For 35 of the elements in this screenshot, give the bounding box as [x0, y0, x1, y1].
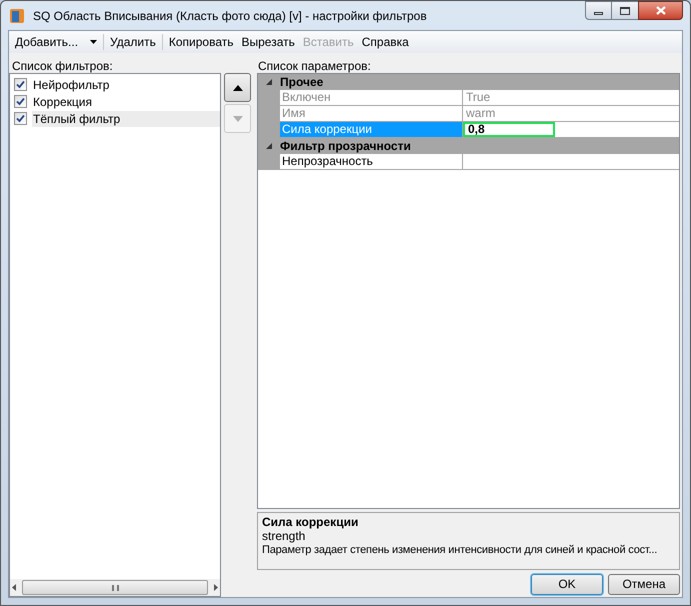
toolbar-button[interactable]: Вырезать	[238, 31, 299, 53]
app-icon	[9, 8, 25, 24]
checkbox[interactable]	[14, 78, 27, 91]
caret-icon	[90, 40, 98, 44]
move-up-button[interactable]	[224, 73, 251, 102]
dialog-button[interactable]: Отмена	[608, 574, 680, 594]
horizontal-scrollbar[interactable]	[10, 579, 220, 596]
filters-label: Список фильтров:	[11, 58, 114, 73]
checkbox[interactable]	[14, 112, 27, 125]
parameters-label: Список параметров:	[257, 58, 372, 73]
down-arrow-icon	[232, 116, 242, 122]
scroll-right-icon[interactable]	[214, 584, 218, 591]
toolbar-button[interactable]: Удалить	[106, 31, 160, 53]
minimize-button[interactable]	[585, 1, 612, 20]
close-icon	[656, 6, 666, 15]
scroll-left-icon[interactable]	[12, 584, 16, 591]
filter-item[interactable]: Коррекция	[32, 94, 220, 110]
filter-item[interactable]: Нейрофильтр	[32, 76, 220, 92]
description-text: Параметр задает степень изменения интенсивности для синей и красной сост...	[262, 543, 658, 557]
close-button[interactable]	[638, 1, 683, 20]
toolbar-button[interactable]: Копировать	[164, 31, 238, 53]
add-dropdown-button[interactable]: Добавить...	[11, 31, 102, 53]
property-value[interactable]: 0,8	[463, 122, 555, 137]
description-title: Сила коррекции	[262, 515, 360, 529]
window-title: SQ Область Вписывания (Класть фото сюда) [v] - настройки фильтров	[33, 8, 427, 24]
category-header: Фильтр прозрачности	[280, 138, 411, 155]
category-header: Прочее	[280, 74, 324, 91]
checkbox[interactable]	[14, 95, 27, 108]
maximize-button[interactable]	[612, 1, 638, 20]
dialog-button[interactable]: OK	[531, 574, 603, 594]
up-arrow-icon	[232, 84, 242, 90]
filter-item[interactable]: Тёплый фильтр	[32, 110, 220, 126]
property-name[interactable]: Непрозрачность	[280, 154, 463, 169]
description-subtitle: strength	[262, 529, 306, 543]
toolbar-button[interactable]: Справка	[358, 31, 413, 53]
